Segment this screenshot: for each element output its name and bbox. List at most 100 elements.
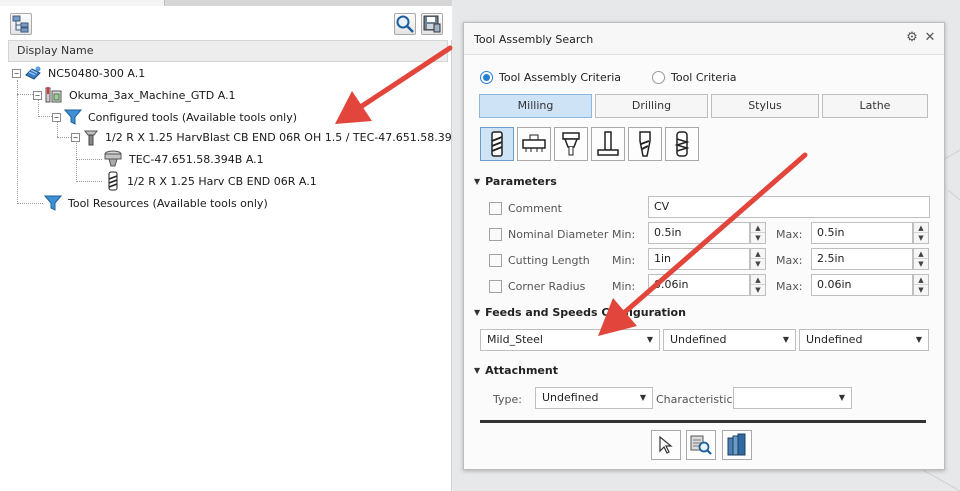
characteristic-dropdown[interactable]: ▼ — [733, 387, 852, 409]
collapse-toggle[interactable]: − — [71, 132, 80, 142]
tree-node-configured-tools[interactable]: − Configured tools (Available tools only… — [52, 107, 297, 127]
database-search-button[interactable] — [686, 430, 716, 460]
comment-checkbox[interactable] — [489, 202, 502, 215]
corner-radius-label: Corner Radius — [508, 280, 586, 293]
tree-node-nc-program[interactable]: − NC50480-300 A.1 — [12, 63, 145, 83]
corner-radius-checkbox[interactable] — [489, 280, 502, 293]
collapse-toggle[interactable]: − — [33, 90, 42, 100]
cutting-length-min-spinner[interactable]: ▲ ▼ — [750, 248, 766, 270]
tree-connector — [76, 159, 102, 160]
tool-holder-icon — [104, 150, 122, 167]
feeds-dropdown-2[interactable]: Undefined ▼ — [663, 329, 796, 351]
thread-mill-icon — [674, 131, 690, 157]
thread-mill-type-button[interactable] — [665, 127, 699, 161]
tree-connector — [17, 203, 43, 204]
cutting-length-checkbox[interactable] — [489, 254, 502, 267]
corner-radius-max-field[interactable]: 0.06in — [811, 274, 913, 296]
spin-down-icon[interactable]: ▼ — [914, 285, 928, 295]
attachment-section-header[interactable]: ▼ Attachment — [474, 364, 558, 377]
attachment-type-dropdown[interactable]: Undefined ▼ — [535, 387, 653, 409]
radio-dot[interactable] — [480, 71, 493, 84]
collapse-triangle-icon: ▼ — [474, 308, 481, 317]
comment-field[interactable]: CV — [648, 196, 930, 218]
library-button[interactable] — [722, 430, 752, 460]
tree-node-cutter[interactable]: 1/2 R X 1.25 Harv CB END 06R A.1 — [105, 171, 317, 191]
feeds-speeds-section-header[interactable]: ▼ Feeds and Speeds Configuration — [474, 306, 686, 319]
tree-node-machine[interactable]: − Okuma_3ax_Machine_GTD A.1 — [33, 85, 236, 105]
tree-node-label: 1/2 R X 1.25 Harv CB END 06R A.1 — [127, 174, 317, 188]
spin-up-icon[interactable]: ▲ — [914, 249, 928, 259]
tree-node-label: 1/2 R X 1.25 HarvBlast CB END 06R OH 1.5… — [105, 130, 463, 144]
attachment-type-label: Type: — [493, 393, 522, 406]
tab-drilling[interactable]: Drilling — [595, 94, 708, 118]
tree-toolbar — [0, 6, 452, 40]
max-label: Max: — [776, 280, 803, 293]
spin-down-icon[interactable]: ▼ — [914, 233, 928, 243]
tree-structure-icon[interactable] — [10, 13, 32, 35]
radio-tool-assembly-criteria[interactable]: Tool Assembly Criteria — [480, 71, 621, 84]
section-title: Feeds and Speeds Configuration — [485, 306, 686, 319]
nominal-diameter-checkbox[interactable] — [489, 228, 502, 241]
taper-mill-type-button[interactable] — [628, 127, 662, 161]
spin-down-icon[interactable]: ▼ — [751, 259, 765, 269]
spin-down-icon[interactable]: ▼ — [751, 233, 765, 243]
tab-stylus[interactable]: Stylus — [711, 94, 819, 118]
chevron-down-icon: ▼ — [915, 335, 922, 344]
feeds-dropdown-3[interactable]: Undefined ▼ — [799, 329, 929, 351]
corner-radius-min-spinner[interactable]: ▲ ▼ — [750, 274, 766, 296]
select-pointer-button[interactable] — [651, 430, 681, 460]
assembly-tree-panel: Display Name − NC50480-300 A.1 − Okuma_3… — [0, 0, 462, 491]
cutting-length-max-spinner[interactable]: ▲ ▼ — [913, 248, 929, 270]
end-mill-type-button[interactable] — [480, 127, 514, 161]
cutting-length-min-field[interactable]: 1in — [648, 248, 750, 270]
dropdown-value: Undefined — [542, 391, 599, 404]
characteristic-label: Characteristic: — [656, 393, 737, 406]
radio-dot[interactable] — [652, 71, 665, 84]
cutting-length-label: Cutting Length — [508, 254, 590, 267]
face-mill-type-button[interactable] — [517, 127, 551, 161]
material-dropdown[interactable]: Mild_Steel ▼ — [480, 329, 660, 351]
parameters-section-header[interactable]: ▼ Parameters — [474, 175, 557, 188]
nominal-diameter-min-spinner[interactable]: ▲ ▼ — [750, 222, 766, 244]
save-icon[interactable] — [421, 13, 443, 35]
nominal-diameter-min-field[interactable]: 0.5in — [648, 222, 750, 244]
tree-node-label: Tool Resources (Available tools only) — [68, 196, 268, 210]
tree-node-holder[interactable]: TEC-47.651.58.394B A.1 — [103, 149, 264, 169]
spin-up-icon[interactable]: ▲ — [751, 275, 765, 285]
cutting-length-max-field[interactable]: 2.5in — [811, 248, 913, 270]
tab-milling[interactable]: Milling — [479, 94, 592, 118]
section-title: Attachment — [485, 364, 558, 377]
filter-icon — [44, 195, 62, 211]
tab-lathe[interactable]: Lathe — [822, 94, 928, 118]
nc-program-icon — [25, 66, 41, 80]
spin-up-icon[interactable]: ▲ — [914, 223, 928, 233]
drill-type-button[interactable] — [554, 127, 588, 161]
column-header-display-name[interactable]: Display Name — [8, 40, 448, 62]
spin-down-icon[interactable]: ▼ — [914, 259, 928, 269]
dialog-title-bar[interactable]: Tool Assembly Search ⚙ ✕ — [464, 23, 944, 55]
spin-up-icon[interactable]: ▲ — [914, 275, 928, 285]
collapse-triangle-icon: ▼ — [474, 177, 481, 186]
spin-up-icon[interactable]: ▲ — [751, 249, 765, 259]
gear-icon[interactable]: ⚙ — [905, 31, 919, 45]
tree-connector — [17, 80, 18, 204]
tree-connector — [76, 143, 77, 182]
spin-up-icon[interactable]: ▲ — [751, 223, 765, 233]
nominal-diameter-max-field[interactable]: 0.5in — [811, 222, 913, 244]
nominal-diameter-max-spinner[interactable]: ▲ ▼ — [913, 222, 929, 244]
tree-node-tool-assembly[interactable]: − 1/2 R X 1.25 HarvBlast CB END 06R OH 1… — [71, 127, 462, 147]
column-header-label: Display Name — [17, 44, 94, 57]
collapse-toggle[interactable]: − — [52, 112, 61, 122]
close-icon[interactable]: ✕ — [923, 31, 937, 45]
corner-radius-max-spinner[interactable]: ▲ ▼ — [913, 274, 929, 296]
progress-separator — [480, 420, 926, 423]
spin-down-icon[interactable]: ▼ — [751, 285, 765, 295]
radio-tool-criteria[interactable]: Tool Criteria — [652, 71, 737, 84]
t-slot-type-button[interactable] — [591, 127, 625, 161]
search-icon[interactable] — [394, 13, 416, 35]
chevron-down-icon: ▼ — [838, 393, 845, 402]
tree-node-tool-resources[interactable]: Tool Resources (Available tools only) — [44, 193, 268, 213]
dropdown-value: Mild_Steel — [487, 333, 543, 346]
corner-radius-min-field[interactable]: 0.06in — [648, 274, 750, 296]
collapse-toggle[interactable]: − — [12, 68, 21, 78]
